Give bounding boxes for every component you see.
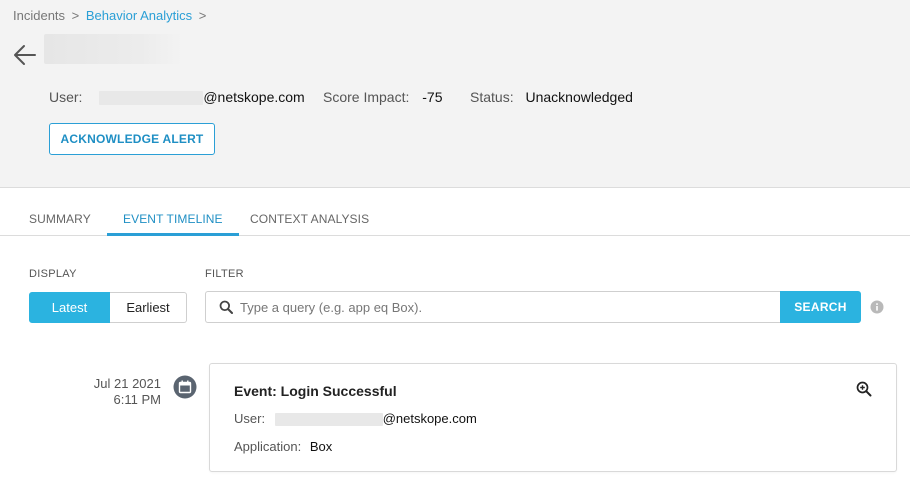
event-user-row: User: @netskope.com [234, 411, 477, 427]
search-button[interactable]: SEARCH [780, 291, 861, 323]
alert-title-redacted [44, 34, 182, 64]
event-user-domain: @netskope.com [382, 411, 477, 426]
display-earliest-button[interactable]: Earliest [110, 292, 187, 323]
tab-summary[interactable]: SUMMARY [29, 202, 91, 236]
event-application-row: Application: Box [234, 439, 332, 454]
search-icon [219, 300, 233, 314]
alert-header: Incidents > Behavior Analytics > User: @… [0, 0, 910, 188]
event-title: Event: Login Successful [234, 383, 397, 399]
acknowledge-alert-button[interactable]: ACKNOWLEDGE ALERT [49, 123, 215, 155]
event-user-name-redacted [274, 413, 383, 427]
filter-query-input[interactable] [240, 299, 760, 315]
display-label: DISPLAY [29, 268, 77, 280]
score-impact-value: -75 [422, 89, 443, 105]
breadcrumb-separator: > [71, 8, 80, 23]
user-name-redacted [99, 91, 204, 106]
tab-event-timeline[interactable]: EVENT TIMELINE [107, 202, 239, 236]
breadcrumb: Incidents > Behavior Analytics > [13, 8, 209, 23]
display-latest-button[interactable]: Latest [29, 292, 110, 323]
calendar-icon [173, 375, 197, 399]
event-card: Event: Login Successful User: @netskope.… [209, 363, 897, 472]
user-label: User: [49, 89, 83, 105]
alert-user: User: @netskope.com [49, 89, 305, 106]
arrow-left-icon[interactable] [12, 42, 38, 68]
breadcrumb-separator: > [198, 8, 207, 23]
tab-bar: SUMMARY EVENT TIMELINE CONTEXT ANALYSIS [0, 202, 910, 236]
score-impact-label: Score Impact: [323, 89, 410, 105]
event-application-value: Box [309, 439, 333, 454]
status-label: Status: [470, 89, 514, 105]
tab-context-analysis[interactable]: CONTEXT ANALYSIS [250, 202, 369, 236]
info-icon[interactable] [870, 300, 884, 314]
status-value: Unacknowledged [525, 89, 633, 105]
alert-status: Status: Unacknowledged [470, 89, 633, 105]
zoom-in-icon[interactable] [856, 381, 872, 397]
breadcrumb-behavior-analytics[interactable]: Behavior Analytics [86, 8, 192, 23]
breadcrumb-incidents[interactable]: Incidents [13, 8, 65, 23]
alert-score-impact: Score Impact: -75 [323, 89, 443, 105]
event-user-label: User: [234, 411, 266, 426]
event-date: Jul 21 2021 [93, 376, 161, 391]
user-domain: @netskope.com [203, 89, 305, 105]
event-application-label: Application: [234, 439, 302, 454]
filter-query-box [205, 291, 781, 323]
filter-label: FILTER [205, 268, 244, 280]
display-toggle: Latest Earliest [29, 292, 187, 323]
event-time: 6:11 PM [113, 392, 161, 407]
